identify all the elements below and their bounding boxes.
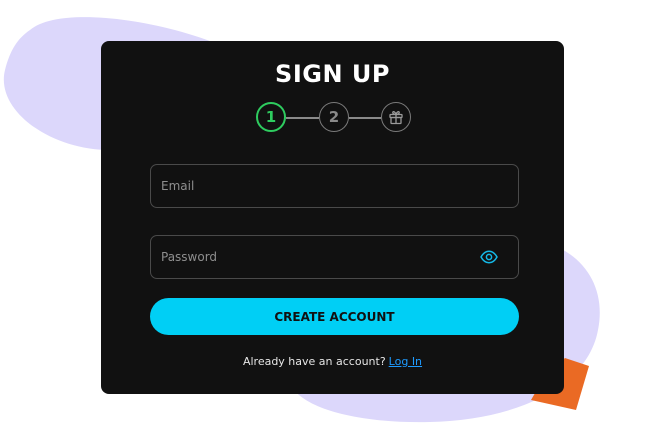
page-background: SIGN UP 1 2 Email CREATE ACCOUNT Already… (0, 0, 664, 434)
step-final-indicator (381, 102, 411, 132)
step-connector (286, 117, 319, 119)
create-account-button[interactable]: CREATE ACCOUNT (150, 298, 519, 335)
login-prompt: Already have an account? Log In (101, 355, 564, 368)
step-connector (349, 117, 381, 119)
step-1-indicator: 1 (256, 102, 286, 132)
login-link[interactable]: Log In (389, 355, 422, 368)
signup-card: SIGN UP 1 2 Email CREATE ACCOUNT Already… (101, 41, 564, 394)
password-field[interactable] (150, 235, 519, 279)
eye-icon[interactable] (480, 250, 498, 264)
password-input[interactable] (161, 236, 481, 278)
email-field[interactable] (150, 164, 519, 208)
email-input[interactable] (161, 165, 481, 207)
step-2-indicator: 2 (319, 102, 349, 132)
login-prompt-text: Already have an account? (242, 355, 386, 368)
signup-stepper: 1 2 (101, 41, 564, 394)
gift-icon (389, 110, 403, 125)
